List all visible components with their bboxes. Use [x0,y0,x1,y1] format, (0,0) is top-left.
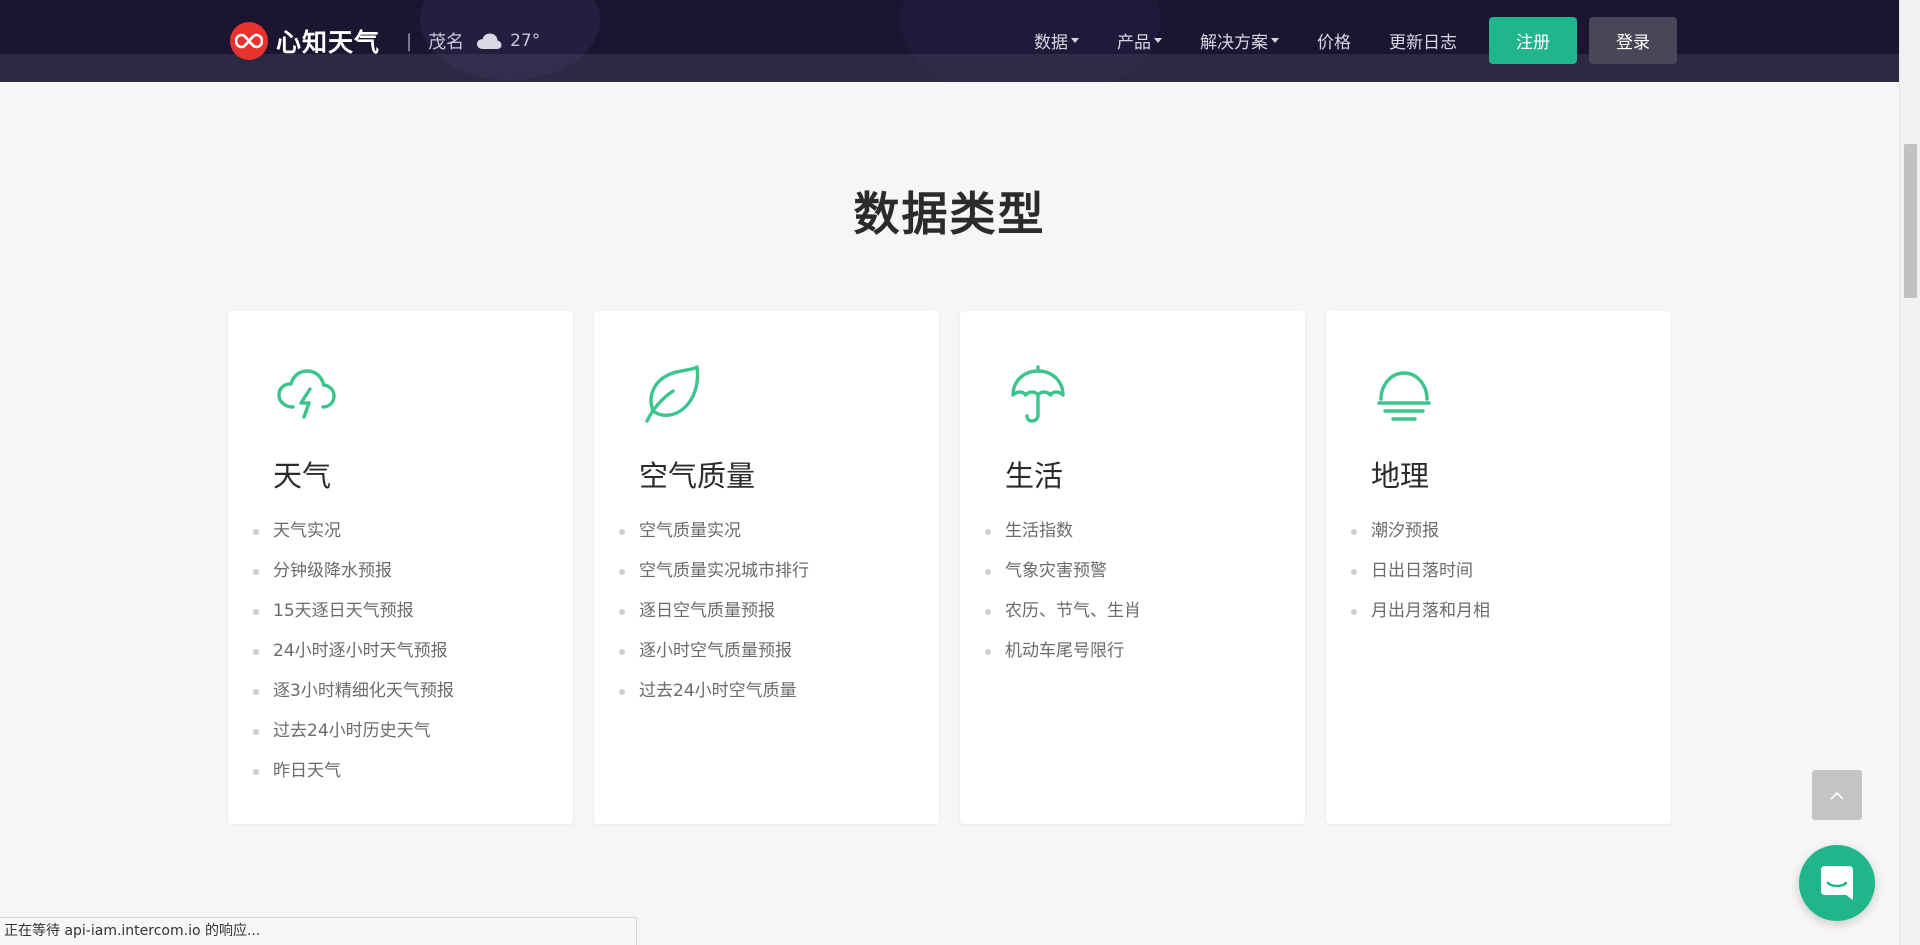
list-item[interactable]: 15天逐日天气预报 [253,601,454,641]
list-item[interactable]: 过去24小时空气质量 [619,681,809,721]
nav-item-pricing[interactable]: 价格 [1317,28,1351,53]
list-item[interactable]: 气象灾害预警 [985,561,1141,601]
current-temperature: 27° [510,31,541,51]
list-item[interactable]: 昨日天气 [253,761,454,801]
card-title: 天气 [273,459,332,493]
logo-infinity-icon [230,22,268,60]
list-item[interactable]: 分钟级降水预报 [253,561,454,601]
nav-item-solutions[interactable]: 解决方案 [1200,28,1279,53]
main-nav: 数据 产品 解决方案 价格 更新日志 注册 登录 [996,17,1677,64]
list-item[interactable]: 机动车尾号限行 [985,641,1141,681]
nav-item-products[interactable]: 产品 [1117,28,1162,53]
cloud-lightning-icon [273,361,339,427]
cloud-icon [476,32,502,50]
card-title: 地理 [1371,459,1430,493]
current-city: 茂名 [428,32,465,53]
scrollbar-thumb[interactable] [1904,144,1917,298]
card-list: 天气实况 分钟级降水预报 15天逐日天气预报 24小时逐小时天气预报 逐3小时精… [253,521,454,801]
list-item[interactable]: 逐3小时精细化天气预报 [253,681,454,721]
nav-item-label: 更新日志 [1389,33,1457,53]
list-item[interactable]: 月出月落和月相 [1351,601,1490,641]
nav-item-data[interactable]: 数据 [1034,28,1079,53]
list-item[interactable]: 空气质量实况 [619,521,809,561]
back-to-top-button[interactable] [1812,770,1862,820]
nav-item-label: 数据 [1034,33,1068,53]
nav-item-label: 解决方案 [1200,33,1268,53]
nav-item-label: 价格 [1317,33,1351,53]
chat-launcher-button[interactable] [1799,845,1875,921]
umbrella-icon [1005,361,1071,427]
leaf-icon [639,361,705,427]
card-list: 生活指数 气象灾害预警 农历、节气、生肖 机动车尾号限行 [985,521,1141,681]
list-item[interactable]: 24小时逐小时天气预报 [253,641,454,681]
caret-down-icon [1071,38,1079,43]
card-weather: 天气 天气实况 分钟级降水预报 15天逐日天气预报 24小时逐小时天气预报 逐3… [228,311,573,824]
nav-item-changelog[interactable]: 更新日志 [1389,28,1457,53]
section-title: 数据类型 [853,187,1046,241]
sunset-icon [1371,361,1437,427]
card-title: 生活 [1005,459,1064,493]
data-type-cards: 天气 天气实况 分钟级降水预报 15天逐日天气预报 24小时逐小时天气预报 逐3… [228,311,1671,824]
list-item[interactable]: 逐日空气质量预报 [619,601,809,641]
caret-down-icon [1154,38,1162,43]
list-item[interactable]: 过去24小时历史天气 [253,721,454,761]
chat-bubble-icon [1821,866,1853,900]
list-item[interactable]: 空气质量实况城市排行 [619,561,809,601]
register-button[interactable]: 注册 [1489,17,1577,64]
site-header: 心知天气 | 茂名 27° 数据 产品 解决方案 价格 更新日志 注册 登录 [0,0,1899,82]
card-list: 空气质量实况 空气质量实况城市排行 逐日空气质量预报 逐小时空气质量预报 过去2… [619,521,809,721]
login-button[interactable]: 登录 [1589,17,1677,64]
browser-status-bar: 正在等待 api-iam.intercom.io 的响应... [0,917,637,945]
card-geography: 地理 潮汐预报 日出日落时间 月出月落和月相 [1326,311,1671,824]
brand-separator: | [406,30,413,52]
brand-name: 心知天气 [276,28,381,57]
list-item[interactable]: 日出日落时间 [1351,561,1490,601]
list-item[interactable]: 生活指数 [985,521,1141,561]
brand[interactable]: 心知天气 | 茂名 27° [230,21,540,61]
page-scrollbar[interactable] [1899,0,1920,945]
list-item[interactable]: 农历、节气、生肖 [985,601,1141,641]
chevron-up-icon [1830,791,1844,800]
card-title: 空气质量 [639,459,756,493]
card-life: 生活 生活指数 气象灾害预警 农历、节气、生肖 机动车尾号限行 [960,311,1305,824]
list-item[interactable]: 天气实况 [253,521,454,561]
list-item[interactable]: 潮汐预报 [1351,521,1490,561]
page: 心知天气 | 茂名 27° 数据 产品 解决方案 价格 更新日志 注册 登录 数… [0,0,1920,945]
card-air-quality: 空气质量 空气质量实况 空气质量实况城市排行 逐日空气质量预报 逐小时空气质量预… [594,311,939,824]
nav-item-label: 产品 [1117,33,1151,53]
card-list: 潮汐预报 日出日落时间 月出月落和月相 [1351,521,1490,641]
list-item[interactable]: 逐小时空气质量预报 [619,641,809,681]
caret-down-icon [1271,38,1279,43]
